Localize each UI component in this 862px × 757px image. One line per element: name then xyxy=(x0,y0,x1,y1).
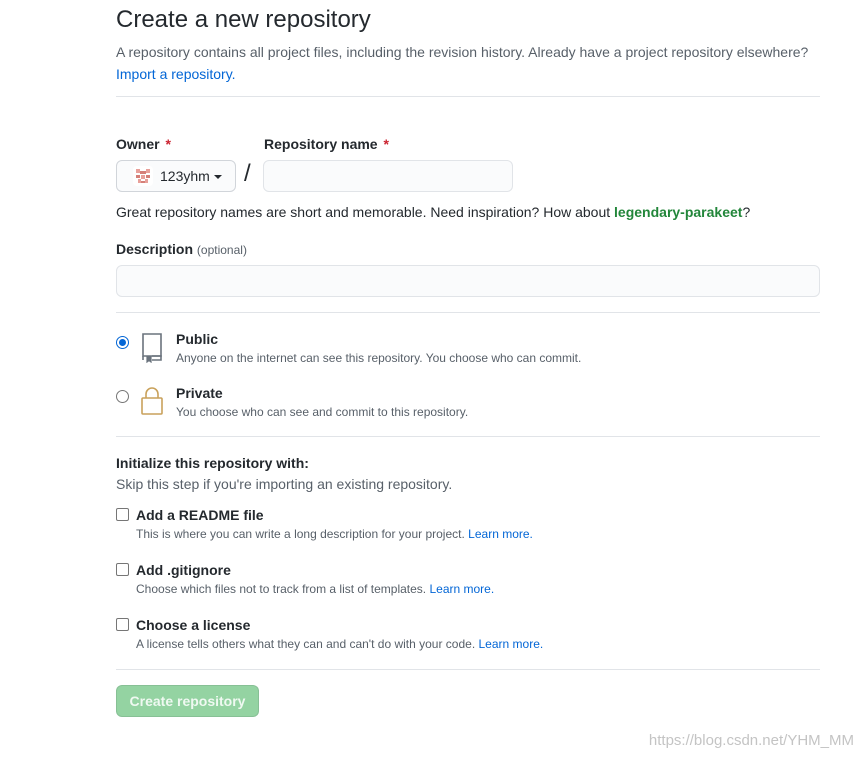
create-repository-button[interactable]: Create repository xyxy=(116,685,259,717)
owner-label: Owner * xyxy=(116,136,171,152)
readme-checkbox[interactable] xyxy=(116,508,129,521)
repo-name-suggestion[interactable]: legendary-parakeet xyxy=(614,204,742,220)
license-description: A license tells others what they can and… xyxy=(136,637,543,651)
description-label-text: Description xyxy=(116,241,194,257)
initialize-title: Initialize this repository with: xyxy=(116,455,309,471)
visibility-divider xyxy=(116,436,820,437)
repo-icon xyxy=(140,331,164,368)
caret-down-icon xyxy=(213,175,222,179)
gitignore-checkbox[interactable] xyxy=(116,563,129,576)
gitignore-description-text: Choose which files not to track from a l… xyxy=(136,582,427,596)
header-divider xyxy=(116,96,820,97)
lock-icon xyxy=(140,385,164,422)
readme-description: This is where you can write a long descr… xyxy=(136,527,533,541)
description-label: Description (optional) xyxy=(116,241,247,257)
license-learn-more-link[interactable]: Learn more. xyxy=(479,637,544,651)
gitignore-description: Choose which files not to track from a l… xyxy=(136,582,494,596)
private-radio[interactable] xyxy=(116,390,129,403)
readme-title: Add a README file xyxy=(136,507,264,523)
readme-description-text: This is where you can write a long descr… xyxy=(136,527,465,541)
repo-name-required-mark: * xyxy=(383,136,389,152)
repo-name-hint-text: Great repository names are short and mem… xyxy=(116,204,611,220)
owner-label-text: Owner xyxy=(116,136,160,152)
gitignore-learn-more-link[interactable]: Learn more. xyxy=(429,582,494,596)
license-description-text: A license tells others what they can and… xyxy=(136,637,476,651)
owner-select-button[interactable]: 123yhm xyxy=(116,160,236,192)
license-checkbox[interactable] xyxy=(116,618,129,631)
repo-name-label-text: Repository name xyxy=(264,136,378,152)
repo-name-hint: Great repository names are short and mem… xyxy=(116,204,750,220)
description-divider xyxy=(116,312,820,313)
gitignore-title: Add .gitignore xyxy=(136,562,231,578)
private-description: You choose who can see and commit to thi… xyxy=(176,405,469,419)
initialize-subtitle: Skip this step if you're importing an ex… xyxy=(116,476,453,492)
owner-required-mark: * xyxy=(165,136,171,152)
public-radio[interactable] xyxy=(116,336,129,349)
import-repository-link[interactable]: Import a repository. xyxy=(116,66,236,82)
page-title: Create a new repository xyxy=(116,6,371,33)
identicon-avatar-icon xyxy=(133,166,153,186)
description-optional-text: (optional) xyxy=(196,243,247,257)
repo-name-label: Repository name * xyxy=(264,136,389,152)
description-input[interactable] xyxy=(116,265,820,297)
page-description-text: A repository contains all project files,… xyxy=(116,44,809,60)
owner-name: 123yhm xyxy=(160,168,210,184)
repo-name-hint-suffix: ? xyxy=(742,204,751,220)
page-description: A repository contains all project files,… xyxy=(116,41,836,85)
license-title: Choose a license xyxy=(136,617,251,633)
initialize-divider xyxy=(116,669,820,670)
repo-name-input[interactable] xyxy=(263,160,513,192)
readme-learn-more-link[interactable]: Learn more. xyxy=(468,527,533,541)
owner-repo-separator: / xyxy=(244,160,251,187)
private-title: Private xyxy=(176,385,223,401)
public-description: Anyone on the internet can see this repo… xyxy=(176,351,582,365)
watermark: https://blog.csdn.net/YHM_MM xyxy=(648,732,854,749)
public-title: Public xyxy=(176,331,219,347)
